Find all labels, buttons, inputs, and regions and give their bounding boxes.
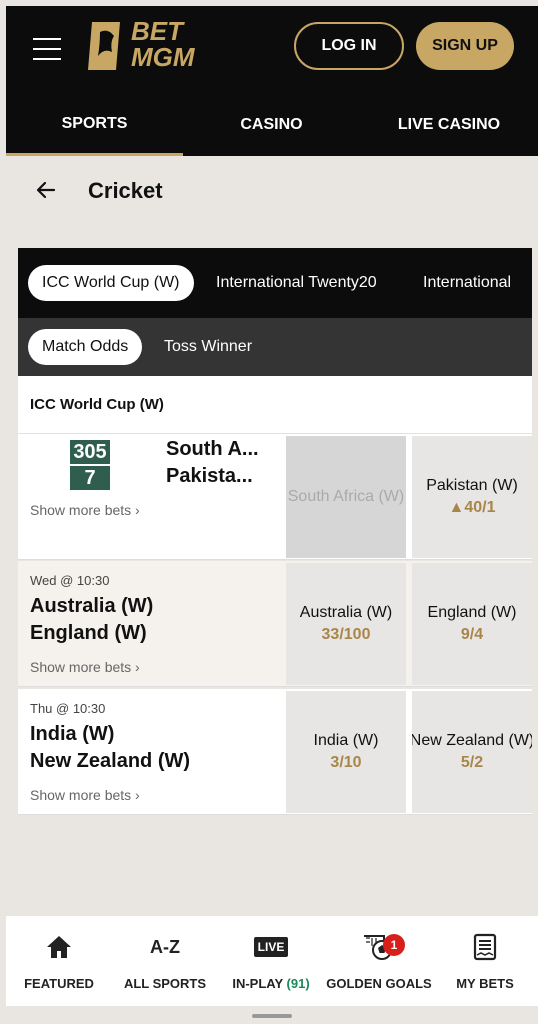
bottom-nav-featured[interactable]: FEATURED: [14, 916, 104, 1006]
show-more-bets-link[interactable]: Show more bets ›: [30, 502, 140, 518]
market-tabs: Match Odds Toss Winner: [18, 318, 532, 376]
odds-button-home: South Africa (W): [286, 436, 406, 558]
betmgm-logo[interactable]: BET MGM: [86, 18, 206, 78]
competition-pill-international[interactable]: International: [423, 265, 511, 301]
event-row[interactable]: Thu @ 10:30 India (W) New Zealand (W) Sh…: [18, 689, 532, 815]
league-title: ICC World Cup (W): [30, 396, 164, 413]
notification-badge: 1: [383, 934, 405, 956]
live-icon: LIVE: [253, 934, 289, 960]
event-row[interactable]: 305 7 South A... Pakista... Show more be…: [18, 434, 532, 560]
betslip-icon: [472, 933, 498, 961]
bottom-nav-label: FEATURED: [24, 976, 94, 991]
lion-emblem-icon: [88, 22, 120, 70]
odds-button-away[interactable]: Pakistan (W) ▲40/1: [412, 436, 532, 558]
odds-button-home[interactable]: India (W) 3/10: [286, 691, 406, 813]
competition-pill-international-twenty20[interactable]: International Twenty20: [216, 265, 377, 301]
tab-casino[interactable]: CASINO: [183, 94, 360, 156]
event-team-away: Pakista...: [166, 465, 253, 487]
az-icon: A-Z: [150, 936, 180, 957]
odds-label: Australia (W): [299, 604, 393, 621]
score-runs: 305: [73, 441, 107, 463]
page-title-row: Cricket: [6, 156, 538, 226]
odds-price: 33/100: [321, 626, 371, 643]
bottom-nav-label: MY BETS: [456, 976, 514, 991]
event-team-away: New Zealand (W): [30, 750, 191, 772]
bottom-navigation: FEATURED A-Z ALL SPORTS LIVE IN-PLAY (91…: [6, 916, 538, 1006]
top-navigation: SPORTS CASINO LIVE CASINO: [6, 94, 538, 156]
odds-label: Pakistan (W): [426, 477, 518, 494]
live-icon-text: LIVE: [253, 937, 289, 957]
home-indicator: [252, 1014, 292, 1018]
golden-goals-icon: 1: [359, 934, 405, 960]
odds-label: India (W): [313, 732, 379, 749]
odds-button-away[interactable]: New Zealand (W) 5/2: [412, 691, 532, 813]
in-play-count: (91): [286, 976, 310, 991]
event-team-away: England (W): [30, 622, 147, 644]
bottom-nav-label: IN-PLAY (91): [232, 976, 309, 991]
home-icon: [45, 934, 73, 960]
menu-icon[interactable]: [33, 38, 61, 60]
bottom-nav-golden-goals[interactable]: 1 GOLDEN GOALS: [324, 916, 434, 1006]
bottom-nav-label: GOLDEN GOALS: [326, 976, 432, 991]
odds-price: 5/2: [460, 754, 484, 771]
odds-price: 9/4: [460, 626, 484, 643]
odds-label: New Zealand (W): [412, 732, 532, 749]
show-more-bets-link[interactable]: Show more bets ›: [30, 787, 140, 803]
event-time: Wed @ 10:30: [30, 573, 110, 588]
odds-price: ▲40/1: [448, 499, 496, 516]
odds-button-away[interactable]: England (W) 9/4: [412, 563, 532, 685]
bottom-nav-all-sports[interactable]: A-Z ALL SPORTS: [120, 916, 210, 1006]
event-team-home: Australia (W): [30, 595, 154, 617]
login-button[interactable]: LOG IN: [294, 22, 404, 70]
logo-text-bottom: MGM: [131, 42, 195, 72]
competition-tabs: ICC World Cup (W) International Twenty20…: [18, 248, 532, 318]
score-wickets: 7: [70, 464, 110, 490]
event-time: Thu @ 10:30: [30, 701, 106, 716]
signup-button[interactable]: SIGN UP: [416, 22, 514, 70]
back-arrow-icon[interactable]: [34, 178, 58, 202]
market-pill-toss-winner[interactable]: Toss Winner: [164, 329, 252, 365]
bottom-nav-label: ALL SPORTS: [123, 976, 207, 991]
market-pill-match-odds[interactable]: Match Odds: [28, 329, 143, 365]
odds-label: England (W): [427, 604, 517, 621]
event-team-home: South A...: [166, 438, 259, 460]
live-score: 305 7: [70, 440, 110, 490]
bottom-nav-label-text: IN-PLAY: [232, 976, 283, 991]
odds-button-home[interactable]: Australia (W) 33/100: [286, 563, 406, 685]
event-team-home: India (W): [30, 723, 115, 745]
tab-live-casino[interactable]: LIVE CASINO: [360, 94, 538, 156]
logo-text-top: BET: [131, 16, 183, 46]
page-title: Cricket: [88, 178, 163, 203]
odds-label: South Africa (W): [287, 488, 405, 505]
event-row[interactable]: Wed @ 10:30 Australia (W) England (W) Sh…: [18, 561, 532, 687]
competition-pill-icc-world-cup[interactable]: ICC World Cup (W): [28, 265, 194, 301]
tab-sports[interactable]: SPORTS: [6, 94, 183, 156]
bottom-nav-in-play[interactable]: LIVE IN-PLAY (91): [226, 916, 316, 1006]
odds-price: 3/10: [330, 754, 362, 771]
bottom-nav-my-bets[interactable]: MY BETS: [440, 916, 530, 1006]
league-header: ICC World Cup (W): [18, 376, 532, 434]
show-more-bets-link[interactable]: Show more bets ›: [30, 659, 140, 675]
